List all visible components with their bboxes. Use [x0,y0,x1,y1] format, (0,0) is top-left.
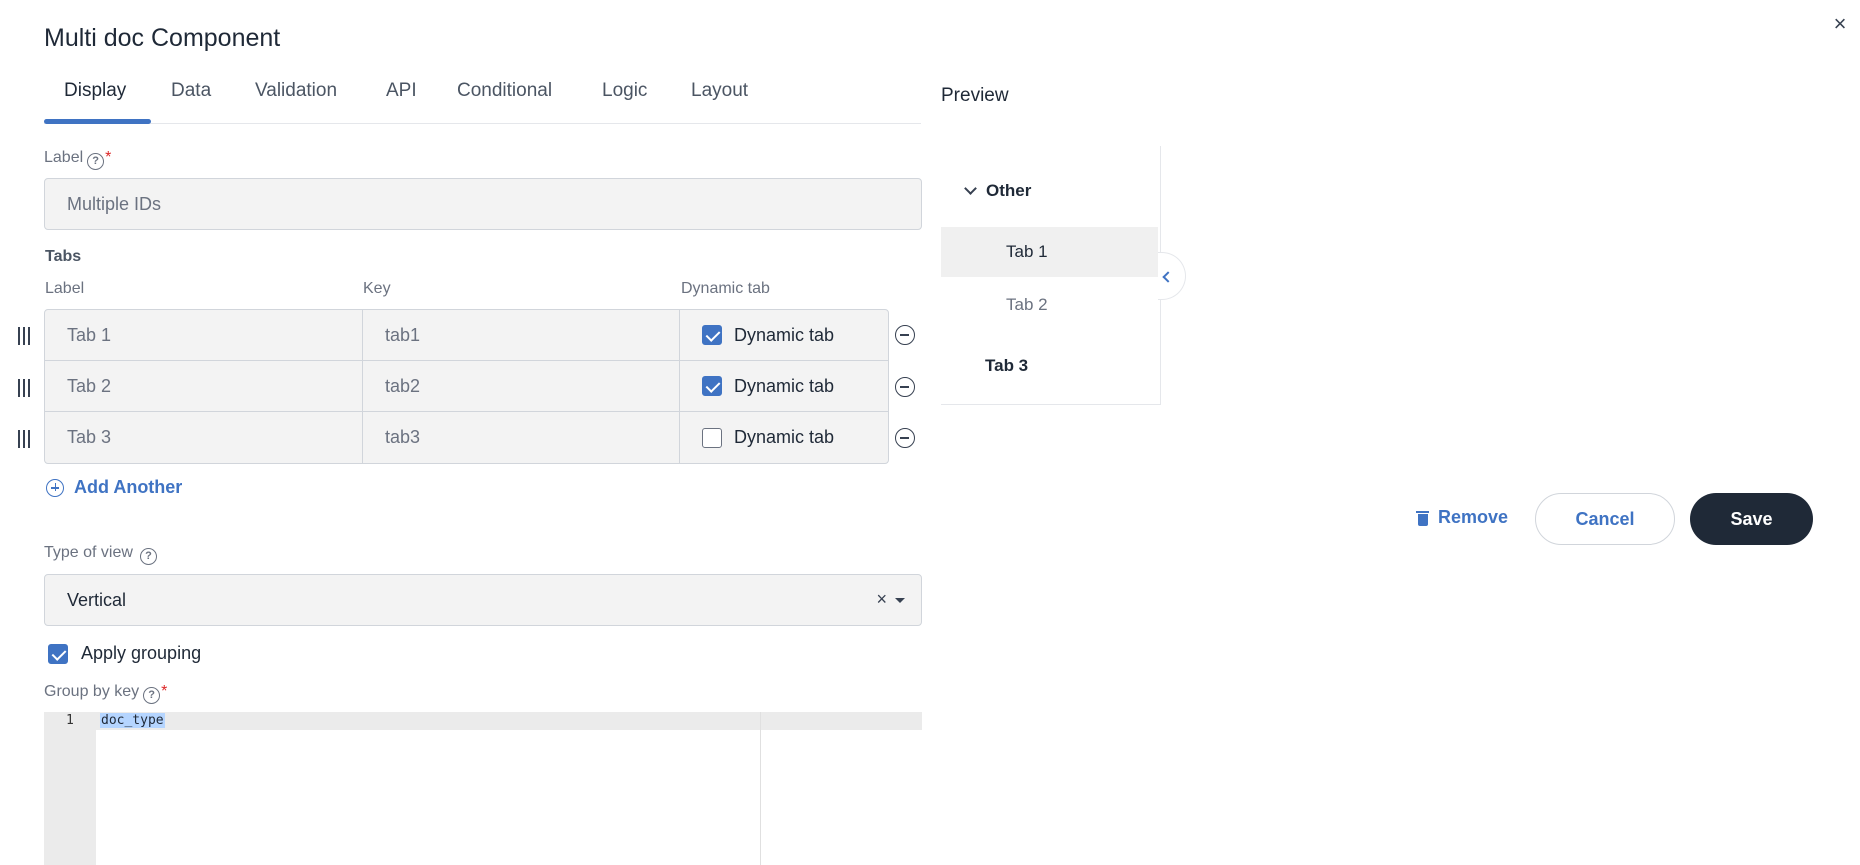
help-icon[interactable]: ? [143,687,161,704]
table-row: Tab 3 tab3 Dynamic tab [45,412,888,463]
dynamic-tab-cell: Dynamic tab [680,361,888,411]
remove-row-icon[interactable] [895,377,915,397]
add-another-button[interactable]: Add Another [46,477,182,498]
chevron-down-icon [964,182,977,195]
caret-down-icon[interactable] [895,598,905,603]
add-another-label: Add Another [74,477,183,497]
trash-icon [1416,510,1429,526]
tab-validation[interactable]: Validation [255,80,337,124]
preview-group-label: Other [986,181,1032,200]
preview-tab-item[interactable]: Tab 1 [941,227,1158,277]
dynamic-tab-cell: Dynamic tab [680,412,888,463]
tab-layout[interactable]: Layout [691,80,748,124]
remove-row-icon[interactable] [895,428,915,448]
apply-grouping-label: Apply grouping [81,643,202,663]
column-header-label: Label [45,280,85,297]
clear-icon[interactable]: × [876,589,887,610]
dynamic-tab-label: Dynamic tab [734,324,835,345]
required-mark: * [161,683,168,700]
apply-grouping-toggle[interactable]: Apply grouping [48,643,201,664]
apply-grouping-checkbox[interactable] [48,643,68,664]
tab-label-input[interactable]: Tab 2 [45,361,363,411]
help-icon[interactable]: ? [139,548,157,565]
editor-gutter [44,712,96,865]
type-of-view-select[interactable]: Vertical × [44,574,922,626]
preview-panel: Other Tab 1 Tab 2 Tab 3 [941,146,1161,405]
preview-title: Preview [941,85,1009,106]
tab-key-input[interactable]: tab1 [363,310,680,360]
tabs-section-label: Tabs [45,248,82,265]
preview-tab-item[interactable]: Tab 2 [941,280,1158,330]
plus-circle-icon [46,478,64,497]
column-header-key: Key [363,280,391,297]
tab-api[interactable]: API [386,80,417,124]
dynamic-tab-checkbox[interactable] [702,376,722,396]
tab-bar: Display Data Validation API Conditional … [44,80,921,124]
drag-handle-icon[interactable] [18,379,32,397]
group-by-key-label: Group by key? * [44,683,167,704]
preview-tab-ungrouped[interactable]: Tab 3 [985,356,1028,376]
tab-label-input[interactable]: Tab 3 [45,412,363,463]
group-by-key-editor[interactable]: 1 doc_type [44,712,922,865]
print-margin [760,712,761,865]
table-row: Tab 1 tab1 Dynamic tab [45,310,888,361]
remove-label: Remove [1438,507,1509,527]
tabs-grid: Tab 1 tab1 Dynamic tab Tab 2 tab2 Dynami… [44,309,889,464]
help-icon[interactable]: ? [87,153,105,170]
active-line-highlight [96,712,922,730]
close-icon[interactable]: × [1829,13,1851,35]
tab-data[interactable]: Data [171,80,211,124]
label-field-label-text: Label [44,149,84,166]
type-of-view-label: Type of view? [44,544,157,565]
required-mark: * [105,149,112,166]
save-button[interactable]: Save [1690,493,1813,545]
remove-button[interactable]: Remove [1416,507,1508,528]
dynamic-tab-label: Dynamic tab [734,427,835,447]
type-of-view-label-text: Type of view [44,544,133,561]
tab-logic[interactable]: Logic [602,80,647,124]
drag-handle-icon[interactable] [18,430,32,448]
label-input[interactable]: Multiple IDs [44,178,922,230]
tab-conditional[interactable]: Conditional [457,80,552,124]
tab-key-input[interactable]: tab3 [363,412,680,463]
dialog-title: Multi doc Component [44,24,281,52]
group-by-key-label-text: Group by key [44,683,140,700]
dynamic-tab-cell: Dynamic tab [680,310,888,360]
tab-display[interactable]: Display [64,80,126,124]
tab-key-input[interactable]: tab2 [363,361,680,411]
type-of-view-value: Vertical [67,589,127,610]
collapse-chevron-left-icon[interactable] [1158,252,1186,300]
active-tab-indicator [44,119,151,124]
dynamic-tab-checkbox[interactable] [702,325,722,345]
code-text[interactable]: doc_type [100,713,165,728]
tab-label-input[interactable]: Tab 1 [45,310,363,360]
line-number: 1 [66,713,74,728]
preview-group-header[interactable]: Other [964,181,1032,201]
column-header-dynamic: Dynamic tab [681,280,770,297]
label-field-label: Label? * [44,149,111,170]
drag-handle-icon[interactable] [18,327,32,345]
dynamic-tab-checkbox[interactable] [702,427,722,448]
table-row: Tab 2 tab2 Dynamic tab [45,361,888,412]
cancel-button[interactable]: Cancel [1535,493,1675,545]
remove-row-icon[interactable] [895,325,915,345]
dynamic-tab-label: Dynamic tab [734,375,835,396]
